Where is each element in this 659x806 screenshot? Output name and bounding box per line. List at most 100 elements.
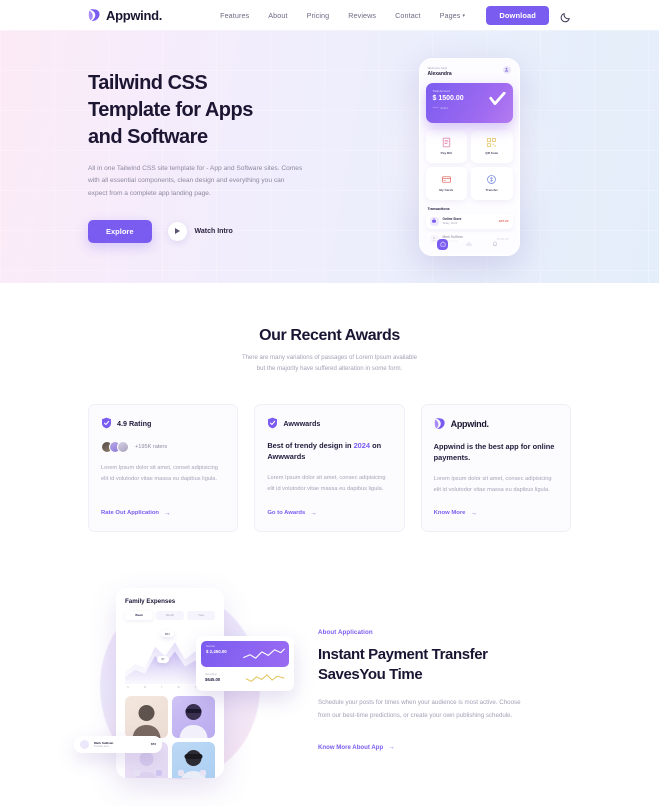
about-title-line-1: Instant Payment Transfer <box>318 645 488 663</box>
nav-stats-icon[interactable] <box>463 239 474 250</box>
spending-sparkline <box>245 674 285 682</box>
card-body: Lorem ipsum dolor sit amet, consec adipi… <box>433 475 552 493</box>
nav-item-reviews[interactable]: Reviews <box>348 11 376 20</box>
about-content: About Application Instant Payment Transf… <box>318 625 571 751</box>
awards-subtitle-line-2: but the majority have suffered alteratio… <box>256 364 403 372</box>
hero-subtitle: All in one Tailwind CSS site template fo… <box>88 165 303 197</box>
award-card-rating: 4.9 Rating +195K raters Lorem Ipsum dolo… <box>88 404 239 532</box>
nav-item-contact[interactable]: Contact <box>395 11 420 20</box>
explore-button[interactable]: Explore <box>88 219 152 243</box>
award-card-appwind: Appwind. Appwind is the best app for onl… <box>420 404 571 532</box>
arrow-right-icon: → <box>470 509 477 517</box>
quick-action-pay-bill[interactable]: Pay Bill <box>425 129 467 163</box>
appwind-logo-icon <box>88 8 101 22</box>
contact-cards-row <box>125 695 215 738</box>
about-visual: Family Expenses Week Month Year $84 $7 S… <box>74 587 294 788</box>
awards-title: Our Recent Awards <box>259 327 400 344</box>
quick-action-transfer[interactable]: Transfer <box>471 166 513 200</box>
awwwards-label: Awwwards <box>283 418 321 428</box>
awards-subtitle: There are many variations of passages of… <box>88 353 571 374</box>
rating-label: 4.9 Rating <box>117 418 152 428</box>
site-header: Appwind. Features About Pricing Reviews … <box>0 0 659 30</box>
about-eyebrow: About Application <box>318 628 373 636</box>
card-headline: Appwind is the best app for online payme… <box>433 442 555 463</box>
avatar-stack <box>101 441 129 454</box>
raters-row: +195K raters <box>101 441 225 454</box>
nav-bell-icon[interactable] <box>490 239 501 250</box>
awards-section: Our Recent Awards There are many variati… <box>0 283 659 532</box>
about-title: Instant Payment Transfer SavesYou Time <box>318 645 571 686</box>
transfer-notification-card[interactable]: Mark Sullivan Transfer sent $72 <box>74 735 162 753</box>
contact-card[interactable] <box>125 695 168 738</box>
main-nav: Features About Pricing Reviews Contact P… <box>220 11 465 20</box>
contact-card[interactable] <box>172 695 215 738</box>
nav-grid-icon[interactable] <box>156 769 162 776</box>
chevron-down-icon: ▾ <box>462 12 466 19</box>
notification-subtitle: Transfer sent <box>94 745 109 748</box>
quick-action-qr-scan[interactable]: QR Scan <box>471 129 513 163</box>
about-phone-bottom-nav <box>116 769 224 776</box>
nav-item-about[interactable]: About <box>268 11 287 20</box>
nav-item-pages[interactable]: Pages ▾ <box>440 11 466 20</box>
nav-item-features[interactable]: Features <box>220 11 249 20</box>
check-mark-icon <box>488 91 506 105</box>
phone-username: Alexandra <box>427 70 452 77</box>
axis-tick: W <box>177 685 180 689</box>
year-highlight: 2024 <box>353 441 371 451</box>
awards-subtitle-line-1: There are many variations of passages of… <box>241 354 418 361</box>
header-actions: Download <box>486 5 571 25</box>
quick-action-my-cards[interactable]: My Cards <box>425 166 467 200</box>
nav-item-pricing[interactable]: Pricing <box>307 11 330 20</box>
avatar <box>117 441 129 454</box>
award-card-awwwards: Awwwards Best of trendy design in 2024 o… <box>254 404 405 532</box>
go-to-awards-link[interactable]: Go to Awards → <box>267 496 391 517</box>
phone-greeting: Welcome back <box>427 65 448 70</box>
logo[interactable]: Appwind. <box>88 8 162 23</box>
hero-title-line-1: Tailwind CSS <box>88 72 208 95</box>
income-sparkline <box>243 648 285 659</box>
hero-title-line-2: Template for Apps <box>88 99 253 122</box>
spending-amount: $645.00 <box>205 676 221 682</box>
axis-tick: S <box>127 685 129 689</box>
moon-icon[interactable] <box>560 10 571 22</box>
tab-month[interactable]: Month <box>156 610 184 620</box>
award-cards: 4.9 Rating +195K raters Lorem Ipsum dolo… <box>88 404 571 532</box>
spending-label: Spending <box>205 672 217 676</box>
transaction-row[interactable]: Online Store Today, 10:24 -$37.20 <box>425 213 513 229</box>
notification-amount: $72 <box>150 742 156 747</box>
income-spending-card: Income $ 2,450.00 Spending $645.00 <box>196 635 294 691</box>
phone-balance-card: Total Amount $ 1500.00 **** 4291 <box>425 82 513 123</box>
appwind-label: Appwind. <box>450 418 489 429</box>
watch-intro-button[interactable]: Watch Intro <box>167 221 233 241</box>
transactions-title: Transactions <box>427 206 450 211</box>
nav-search-icon[interactable] <box>200 769 206 776</box>
expenses-tabs: Week Month Year <box>125 610 215 620</box>
card-headline: Best of trendy design in 2024 on Awwward… <box>267 441 382 462</box>
download-button[interactable]: Download <box>486 5 549 25</box>
phone-bottom-nav <box>419 235 519 255</box>
raters-count: +195K raters <box>135 444 168 451</box>
card-icon <box>441 176 451 183</box>
qr-icon <box>487 137 497 148</box>
shield-icon <box>102 417 111 429</box>
nav-home-icon[interactable] <box>134 769 140 776</box>
logo-text: Appwind. <box>106 7 163 23</box>
arrow-right-icon: → <box>310 509 317 517</box>
nav-home-icon[interactable] <box>437 238 449 250</box>
tab-year[interactable]: Year <box>187 610 215 620</box>
tab-week[interactable]: Week <box>125 610 153 620</box>
nav-chat-icon[interactable] <box>178 769 184 776</box>
card-body: Lorem Ipsum dolor sit amet, consec adipi… <box>267 474 386 492</box>
expenses-title: Family Expenses <box>125 597 176 605</box>
card-number: **** 4291 <box>432 105 449 110</box>
spending-panel: Spending $645.00 <box>201 667 289 686</box>
avatar[interactable] <box>502 65 511 74</box>
know-more-about-app-link[interactable]: Know More About App → <box>318 744 571 751</box>
shield-icon <box>268 417 278 429</box>
transfer-icon <box>487 175 497 184</box>
hero-section: Tailwind CSS Template for Apps and Softw… <box>0 30 659 283</box>
know-more-link[interactable]: Know More → <box>434 496 558 517</box>
rate-application-link[interactable]: Rate Out Application → <box>101 496 225 517</box>
about-section: Family Expenses Week Month Year $84 $7 S… <box>0 532 659 788</box>
notification-title: Mark Sullivan <box>94 740 114 745</box>
